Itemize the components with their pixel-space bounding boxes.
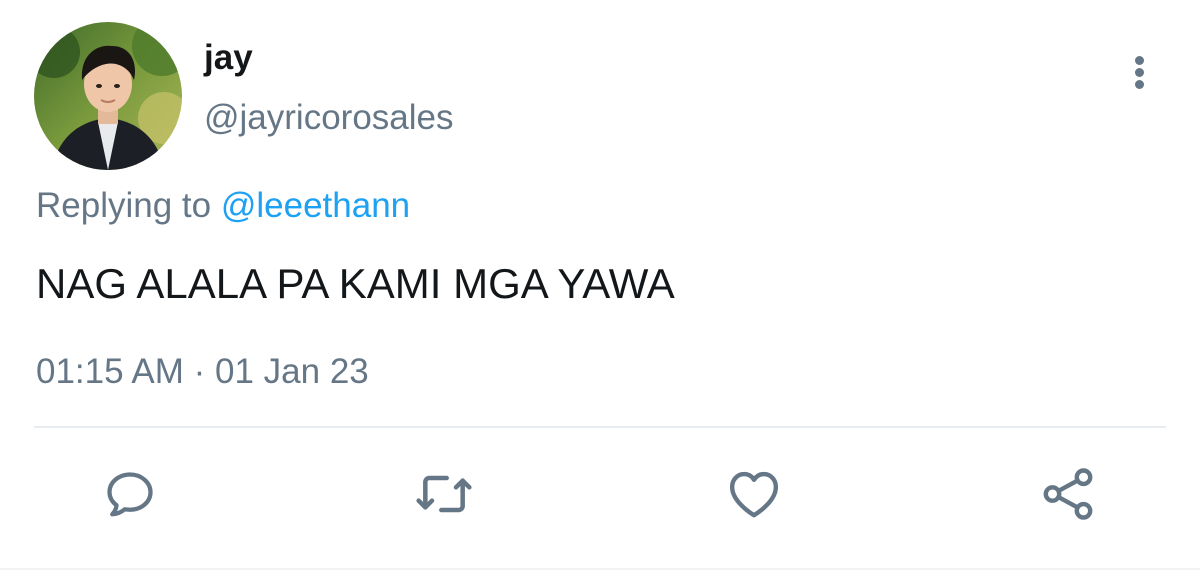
share-icon <box>1043 468 1093 520</box>
timestamp-separator: · <box>193 352 206 391</box>
user-handle[interactable]: @jayricorosales <box>204 96 454 140</box>
share-button[interactable] <box>1030 456 1106 532</box>
avatar-photo <box>34 22 182 170</box>
more-vertical-icon <box>1135 56 1144 65</box>
avatar[interactable] <box>34 22 182 170</box>
tweet-time: 01:15 AM <box>36 352 184 391</box>
like-button[interactable] <box>716 456 792 532</box>
replying-to-mention[interactable]: @leeethann <box>221 186 410 225</box>
replying-to-line: Replying to @leeethann <box>36 184 410 228</box>
retweet-icon <box>416 475 472 513</box>
retweet-button[interactable] <box>406 456 482 532</box>
bottom-divider <box>0 568 1200 570</box>
tweet-text: NAG ALALA PA KAMI MGA YAWA <box>36 260 675 307</box>
more-options-button[interactable] <box>1118 50 1162 94</box>
tweet-card: jay @jayricorosales Replying to @leeetha… <box>0 0 1200 581</box>
reply-button[interactable] <box>92 456 168 532</box>
more-vertical-icon-dot <box>1135 68 1144 77</box>
replying-to-label: Replying to <box>36 186 212 225</box>
reply-icon <box>107 472 153 517</box>
display-name[interactable]: jay <box>204 36 253 80</box>
tweet-date: 01 Jan 23 <box>215 352 369 391</box>
more-vertical-icon-dot <box>1135 80 1144 89</box>
heart-icon <box>730 471 778 518</box>
divider <box>34 426 1166 428</box>
tweet-timestamp[interactable]: 01:15 AM · 01 Jan 23 <box>36 350 369 394</box>
action-bar <box>0 456 1200 536</box>
